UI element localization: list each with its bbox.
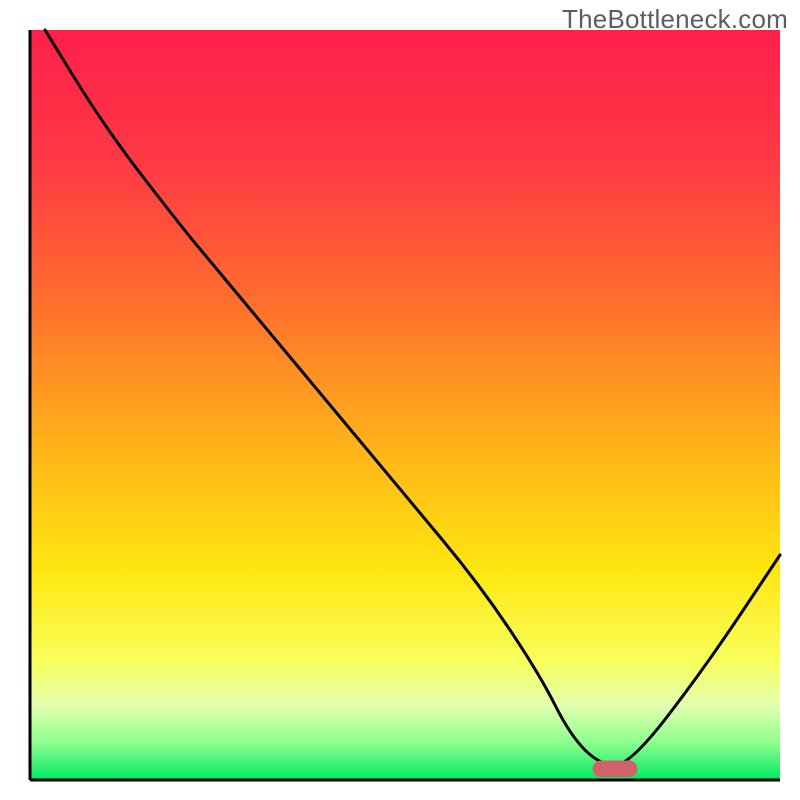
bottleneck-chart bbox=[0, 0, 800, 800]
plot-background bbox=[30, 30, 780, 780]
optimum-marker bbox=[593, 761, 638, 778]
chart-container: { "watermark": "TheBottleneck.com", "cha… bbox=[0, 0, 800, 800]
watermark-text: TheBottleneck.com bbox=[562, 4, 788, 35]
